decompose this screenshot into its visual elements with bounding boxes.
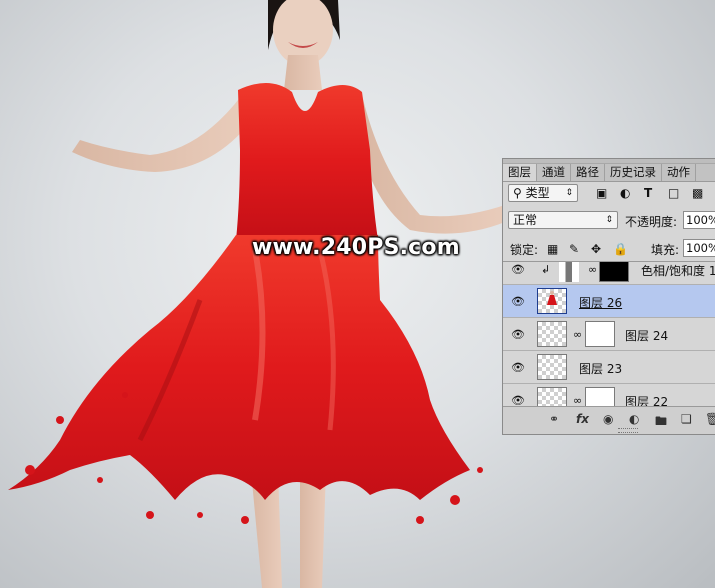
- layer-thumbnail: [537, 288, 567, 314]
- updown-caret-icon: ⇕: [565, 188, 573, 198]
- tab-history[interactable]: 历史记录: [605, 164, 662, 181]
- layer-name: 色相/饱和度 1: [641, 264, 715, 278]
- layer-thumbnail: [537, 321, 567, 347]
- adjustment-filter-icon[interactable]: ◐: [620, 185, 630, 201]
- link-icon[interactable]: ⚭: [549, 412, 559, 426]
- fill-label: 填充:: [651, 243, 680, 257]
- eye-icon[interactable]: 👁: [511, 263, 525, 276]
- image-filter-icon[interactable]: ▣: [596, 185, 607, 201]
- layer-row-24[interactable]: 👁 ∞ 图层 24: [503, 318, 715, 351]
- lock-move-icon[interactable]: ✥: [591, 241, 601, 257]
- layer-row-hue-saturation[interactable]: 👁 ↲ ∞ 色相/饱和度 1: [503, 262, 715, 285]
- updown-caret-icon: ⇕: [605, 215, 613, 225]
- layer-row-23[interactable]: 👁 图层 23: [503, 351, 715, 384]
- smart-object-filter-icon[interactable]: ▩: [692, 185, 703, 201]
- dress-bodice: [236, 82, 378, 240]
- opacity-label: 不透明度:: [625, 215, 678, 229]
- left-arm: [72, 95, 248, 172]
- lock-brush-icon[interactable]: ✎: [569, 241, 579, 257]
- lock-label: 锁定:: [510, 243, 539, 257]
- layer-row-22[interactable]: 👁 ∞ 图层 22: [503, 384, 715, 408]
- blend-mode-value: 正常: [513, 213, 538, 227]
- link-chain-icon: ∞: [588, 263, 598, 276]
- adjustment-icon[interactable]: ◐: [629, 412, 639, 426]
- blend-mode-select[interactable]: 正常 ⇕: [508, 211, 618, 229]
- eye-icon[interactable]: 👁: [511, 295, 525, 308]
- search-icon: ⚲: [513, 186, 522, 200]
- layer-name: 图层 26: [579, 296, 623, 310]
- layer-name: 图层 23: [579, 362, 623, 376]
- link-chain-icon: ∞: [573, 328, 583, 341]
- trash-icon[interactable]: 🗑: [705, 412, 715, 426]
- layer-row-26[interactable]: 👁 图层 26: [503, 285, 715, 318]
- watermark-text: www.240PS.com: [252, 235, 460, 260]
- layer-thumbnail: [537, 387, 567, 408]
- resize-grip[interactable]: [618, 428, 638, 433]
- mask-icon[interactable]: ◉: [603, 412, 613, 426]
- eye-icon[interactable]: 👁: [511, 361, 525, 374]
- layers-list: 👁 ↲ ∞ 色相/饱和度 1 👁 图层 26 👁 ∞ 图层 24 👁 图层 23: [503, 261, 715, 408]
- fx-icon[interactable]: fx: [576, 412, 589, 426]
- tab-paths[interactable]: 路径: [571, 164, 605, 181]
- layer-filter-select[interactable]: ⚲ 类型 ⇕: [508, 184, 578, 202]
- lock-transparent-icon[interactable]: ▦: [547, 241, 558, 257]
- mask-thumbnail: [585, 387, 615, 408]
- tab-layers[interactable]: 图层: [503, 164, 537, 181]
- dress-skirt: [8, 235, 470, 500]
- adjustment-thumbnail: [559, 262, 579, 282]
- filter-label: 类型: [525, 186, 550, 200]
- clip-arrow-icon: ↲: [541, 263, 551, 276]
- tab-actions[interactable]: 动作: [662, 164, 696, 181]
- layers-panel: 图层 通道 路径 历史记录 动作 ⚲ 类型 ⇕ ▣ ◐ T □ ▩ 正常 ⇕ 不…: [502, 158, 715, 435]
- mask-thumbnail: [585, 321, 615, 347]
- mask-thumbnail: [599, 262, 629, 282]
- fill-field[interactable]: 100%: [683, 239, 715, 257]
- panel-footer: ⚭ fx ◉ ◐ 🖿 ❏ 🗑: [503, 406, 715, 434]
- shape-filter-icon[interactable]: □: [668, 185, 679, 201]
- layer-thumbnail: [537, 354, 567, 380]
- text-filter-icon[interactable]: T: [644, 185, 652, 201]
- lock-all-icon[interactable]: 🔒: [613, 241, 628, 257]
- opacity-field[interactable]: 100%: [683, 211, 715, 229]
- tab-channels[interactable]: 通道: [537, 164, 571, 181]
- folder-icon[interactable]: 🖿: [655, 412, 667, 433]
- layer-name: 图层 24: [625, 329, 669, 343]
- panel-tabs: 图层 通道 路径 历史记录 动作: [503, 164, 715, 182]
- eye-icon[interactable]: 👁: [511, 328, 525, 341]
- right-arm: [356, 95, 505, 234]
- new-layer-icon[interactable]: ❏: [681, 412, 692, 426]
